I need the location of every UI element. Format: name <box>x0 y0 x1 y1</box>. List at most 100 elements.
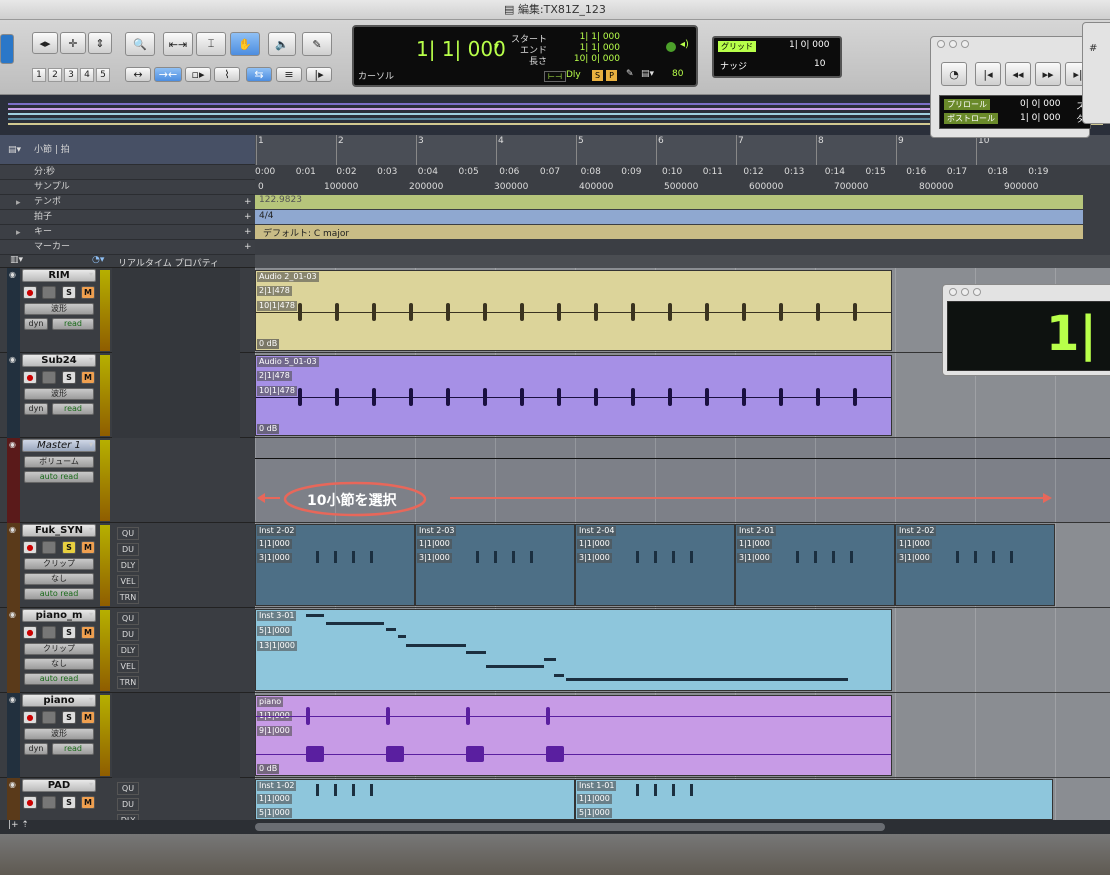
automation-mode-selector[interactable]: read <box>52 743 94 755</box>
zoomer-tool-icon[interactable]: 🔍 <box>125 32 155 56</box>
track-view-selector[interactable]: クリップ <box>24 558 94 570</box>
start-value[interactable]: 1| 1| 000 <box>572 32 620 42</box>
solo-button[interactable]: S <box>62 796 76 809</box>
zoom-preset-5[interactable]: 5 <box>96 68 110 82</box>
sub-selector[interactable]: なし <box>24 573 94 585</box>
key-expand-icon[interactable]: ▸ <box>16 228 21 238</box>
tempo-lane[interactable]: 122.9823 <box>255 195 1083 209</box>
close-icon[interactable] <box>937 40 945 48</box>
realtime-property-trn[interactable]: TRN <box>117 676 139 689</box>
grid-label[interactable]: グリッド <box>718 41 756 52</box>
midi-clip[interactable]: Inst 2-02 1|1|000 3|1|000 <box>895 524 1055 606</box>
solo-button[interactable]: S <box>62 371 76 384</box>
add-marker-icon[interactable]: + <box>244 242 252 252</box>
counter-dropdown-icon[interactable]: ▾ <box>494 41 499 52</box>
midi-grid-icon[interactable]: ▤▾ <box>641 69 654 79</box>
edit-mode-indicator[interactable] <box>0 34 14 64</box>
ruler-min-sec[interactable]: 分:秒 <box>0 165 255 180</box>
realtime-property-du[interactable]: DU <box>117 543 139 556</box>
track-dropdown-icon[interactable]: ▾ <box>89 440 93 449</box>
track-dropdown-icon[interactable]: ▾ <box>89 695 93 704</box>
online-indicator-icon[interactable] <box>666 42 676 52</box>
nudge-value[interactable]: 10 <box>814 59 825 69</box>
ruler-samples[interactable]: サンプル <box>0 180 255 195</box>
track-name[interactable]: PAD <box>22 779 96 792</box>
close-icon[interactable] <box>949 288 957 296</box>
metronome-speaker-icon[interactable]: ◂) <box>680 39 689 50</box>
main-counter-value[interactable]: 1| 1| 000 <box>416 37 506 61</box>
track-lane[interactable]: piano1|1|0009|1|0000 dB <box>255 693 1110 778</box>
record-enable-button[interactable]: ● <box>23 711 37 724</box>
input-monitor-button[interactable] <box>42 541 56 554</box>
mute-button[interactable]: M <box>81 371 95 384</box>
realtime-property-qu[interactable]: QU <box>117 782 139 795</box>
realtime-property-dly[interactable]: DLY <box>117 644 139 657</box>
dyn-selector[interactable]: dyn <box>24 403 48 415</box>
ruler-key[interactable]: キー <box>0 225 255 240</box>
track-dropdown-icon[interactable]: ▾ <box>89 525 93 534</box>
mirror-midi-icon[interactable]: |▸ <box>306 67 332 82</box>
pencil-icon[interactable]: ✎ <box>626 69 634 79</box>
dyn-selector[interactable]: dyn <box>24 743 48 755</box>
solo-button[interactable]: S <box>62 286 76 299</box>
grid-mode-icon[interactable]: ⌇ <box>214 67 240 82</box>
ruler-bars-beats[interactable]: 小節 | 拍 <box>0 135 255 165</box>
dyn-selector[interactable]: dyn <box>24 318 48 330</box>
midi-clip[interactable]: Inst 1-02 1|1|000 5|1|000 <box>255 779 575 820</box>
automation-mode-selector[interactable]: read <box>52 403 94 415</box>
mute-button[interactable]: M <box>81 796 95 809</box>
zoom-window-icon[interactable] <box>961 40 969 48</box>
realtime-property-trn[interactable]: TRN <box>117 591 139 604</box>
ruler-markers[interactable]: マーカー <box>0 240 255 255</box>
record-enable-button[interactable]: ● <box>23 541 37 554</box>
realtime-property-du[interactable]: DU <box>117 798 139 811</box>
track-list-icon[interactable]: ▥▾ <box>10 255 23 265</box>
track-view-selector[interactable]: ボリューム <box>24 456 94 468</box>
online-button-icon[interactable]: ◔ <box>941 62 967 86</box>
shuffle-mode-icon[interactable]: ↔ <box>125 67 151 82</box>
grid-value[interactable]: 1| 0| 000 <box>789 40 829 50</box>
track-type-icon[interactable]: ◉ <box>9 695 16 704</box>
add-tempo-icon[interactable]: + <box>244 197 252 207</box>
mute-button[interactable]: M <box>81 541 95 554</box>
spot-mode-icon[interactable]: ▫▸ <box>185 67 211 82</box>
record-enable-button[interactable]: ● <box>23 796 37 809</box>
midi-clip[interactable]: Inst 2-03 1|1|000 3|1|000 <box>415 524 575 606</box>
realtime-property-qu[interactable]: QU <box>117 527 139 540</box>
track-type-icon[interactable]: ◉ <box>9 440 16 449</box>
input-monitor-button[interactable] <box>42 286 56 299</box>
length-value[interactable]: 10| 0| 000 <box>572 54 620 64</box>
track-dropdown-icon[interactable]: ▾ <box>89 270 93 279</box>
track-name[interactable]: Fuk_SYN <box>22 524 96 537</box>
track-lane[interactable]: Inst 3-01 5|1|000 13|1|000 <box>255 608 1110 693</box>
realtime-property-dly[interactable]: DLY <box>117 559 139 572</box>
trim-tool-icon[interactable]: ⇤⇥ <box>163 32 193 56</box>
tab-to-transient-icon[interactable]: ≡ <box>276 67 302 82</box>
bottom-scroll-bar[interactable]: |+ ⇡ <box>0 820 1110 834</box>
input-monitor-button[interactable] <box>42 796 56 809</box>
midi-clip[interactable]: Inst 3-01 5|1|000 13|1|000 <box>255 609 892 691</box>
sub-selector[interactable]: なし <box>24 658 94 670</box>
meter-lane[interactable]: 4/4 <box>255 210 1083 224</box>
dly-label[interactable]: Dly <box>566 70 581 80</box>
track-dropdown-icon[interactable]: ▾ <box>89 610 93 619</box>
add-meter-icon[interactable]: + <box>244 212 252 222</box>
mute-button[interactable]: M <box>81 711 95 724</box>
postroll-label[interactable]: ポストロール <box>944 113 998 124</box>
grabber-hand-icon[interactable]: ✋ <box>230 32 260 56</box>
audio-clip[interactable]: piano1|1|0009|1|0000 dB <box>255 695 892 776</box>
track-dropdown-icon[interactable]: ▾ <box>89 355 93 364</box>
track-name[interactable]: Sub24 <box>22 354 96 367</box>
add-key-icon[interactable]: + <box>244 227 252 237</box>
zoom-preset-4[interactable]: 4 <box>80 68 94 82</box>
ruler-timeline[interactable]: 122.9823 4/4 デフォルト: C major 1 2 3 4 5 6 7 8 9 10 0… <box>255 135 1110 255</box>
record-enable-button[interactable]: ● <box>23 286 37 299</box>
link-selection-icon[interactable]: ⇆ <box>246 67 272 82</box>
solo-button[interactable]: S <box>62 541 76 554</box>
rewind-icon[interactable]: ◂◂ <box>1005 62 1031 86</box>
expand-tracks-icon[interactable]: |+ ⇡ <box>8 820 29 830</box>
track-view-selector[interactable]: 波形 <box>24 388 94 400</box>
track-name[interactable]: piano <box>22 694 96 707</box>
tempo-expand-icon[interactable]: ▸ <box>16 198 21 208</box>
postroll-value[interactable]: 1| 0| 000 <box>1020 113 1060 123</box>
